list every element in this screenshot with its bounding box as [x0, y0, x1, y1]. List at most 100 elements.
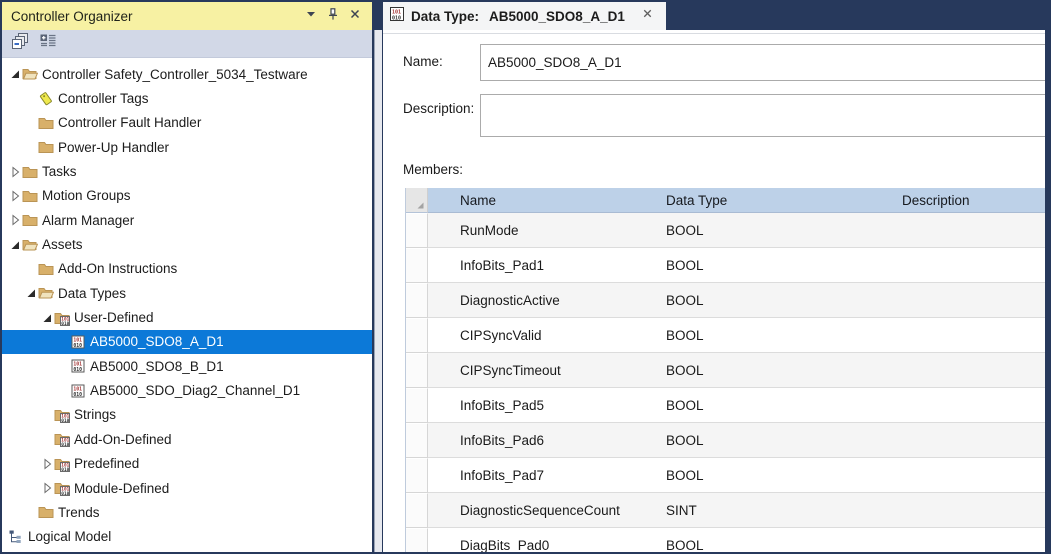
member-data-type-cell[interactable]: SINT — [660, 493, 896, 528]
row-selector[interactable] — [406, 493, 428, 528]
expander-expanded-icon[interactable] — [8, 238, 22, 252]
member-description-cell[interactable] — [896, 388, 1045, 423]
expander-expanded-icon[interactable] — [8, 67, 22, 81]
tree-item-predefined[interactable]: 101010 Predefined — [2, 452, 372, 476]
tree-item-controller-safety-controller-5034-testware[interactable]: Controller Safety_Controller_5034_Testwa… — [2, 62, 372, 86]
member-data-type-cell[interactable]: BOOL — [660, 458, 896, 493]
tree-item-ab5000-sdo8-b-d1[interactable]: 101010 AB5000_SDO8_B_D1 — [2, 354, 372, 378]
svg-text:010: 010 — [61, 491, 69, 496]
svg-text:010: 010 — [392, 15, 401, 21]
row-selector[interactable] — [406, 458, 428, 493]
member-description-cell[interactable] — [896, 458, 1045, 493]
tree-item-user-defined[interactable]: 101010 User-Defined — [2, 305, 372, 329]
svg-text:010: 010 — [61, 442, 69, 447]
tree-item-alarm-manager[interactable]: Alarm Manager — [2, 208, 372, 232]
member-name-cell[interactable]: InfoBits_Pad7 — [428, 458, 660, 493]
tree-item-label: Module-Defined — [74, 481, 169, 496]
folder-closed-icon — [38, 504, 54, 520]
column-header-name[interactable]: Name — [428, 188, 660, 213]
panel-title: Controller Organizer — [11, 9, 300, 24]
name-input[interactable] — [480, 44, 1045, 81]
column-header-data-type[interactable]: Data Type — [660, 188, 896, 213]
close-icon — [348, 7, 362, 26]
member-name-cell[interactable]: DiagBits_Pad0 — [428, 528, 660, 552]
display-options-button[interactable] — [37, 33, 58, 54]
member-description-cell[interactable] — [896, 493, 1045, 528]
tree-item-power-up-handler[interactable]: Power-Up Handler — [2, 135, 372, 159]
row-selector[interactable] — [406, 528, 428, 552]
close-panel-button[interactable] — [344, 6, 366, 26]
tree-item-assets[interactable]: Assets — [2, 232, 372, 256]
row-selector[interactable] — [406, 213, 428, 248]
member-description-cell[interactable] — [896, 318, 1045, 353]
member-data-type-cell[interactable]: BOOL — [660, 283, 896, 318]
tree-item-logical-model[interactable]: Logical Model — [2, 525, 372, 549]
panel-splitter[interactable] — [374, 30, 382, 552]
member-name-cell[interactable]: InfoBits_Pad6 — [428, 423, 660, 458]
tab-label-name: AB5000_SDO8_A_D1 — [489, 9, 625, 24]
tree-item-data-types[interactable]: Data Types — [2, 281, 372, 305]
row-selector[interactable] — [406, 423, 428, 458]
member-name-cell[interactable]: InfoBits_Pad1 — [428, 248, 660, 283]
member-data-type-cell[interactable]: BOOL — [660, 353, 896, 388]
window-position-button[interactable] — [300, 6, 322, 26]
member-name-cell[interactable]: CIPSyncValid — [428, 318, 660, 353]
tree-item-module-defined[interactable]: 101010 Module-Defined — [2, 476, 372, 500]
display-options-icon — [39, 32, 57, 55]
expander-expanded-icon[interactable] — [24, 286, 38, 300]
row-selector[interactable] — [406, 318, 428, 353]
description-input[interactable] — [480, 94, 1045, 137]
member-name-cell[interactable]: InfoBits_Pad5 — [428, 388, 660, 423]
member-description-cell[interactable] — [896, 423, 1045, 458]
tree-item-trends[interactable]: Trends — [2, 500, 372, 524]
tree-item-add-on-defined[interactable]: 101010 Add-On-Defined — [2, 427, 372, 451]
expander-collapsed-icon[interactable] — [8, 213, 22, 227]
tree-item-ab5000-sdo8-a-d1[interactable]: 101010 AB5000_SDO8_A_D1 — [2, 330, 372, 354]
member-name-cell[interactable]: DiagnosticActive — [428, 283, 660, 318]
member-data-type-cell[interactable]: BOOL — [660, 213, 896, 248]
member-name-cell[interactable]: RunMode — [428, 213, 660, 248]
row-selector[interactable] — [406, 283, 428, 318]
row-selector[interactable] — [406, 388, 428, 423]
cascade-views-button[interactable] — [9, 33, 30, 54]
select-all-corner[interactable] — [406, 188, 428, 213]
member-description-cell[interactable] — [896, 353, 1045, 388]
close-tab-button[interactable] — [636, 6, 658, 26]
tree-item-strings[interactable]: 101010 Strings — [2, 403, 372, 427]
member-data-type-cell[interactable]: BOOL — [660, 318, 896, 353]
member-description-cell[interactable] — [896, 283, 1045, 318]
close-icon — [641, 7, 654, 25]
member-data-type-cell[interactable]: BOOL — [660, 388, 896, 423]
row-selector[interactable] — [406, 248, 428, 283]
tree-item-motion-groups[interactable]: Motion Groups — [2, 184, 372, 208]
folder-binary-icon: 101010 — [54, 431, 70, 447]
binary-icon: 101010 — [70, 358, 86, 374]
member-data-type-cell[interactable]: BOOL — [660, 528, 896, 552]
column-header-description[interactable]: Description — [896, 188, 1045, 213]
tab-data-type[interactable]: 101010 Data Type: AB5000_SDO8_A_D1 — [383, 2, 666, 30]
pin-button[interactable] — [322, 6, 344, 26]
member-description-cell[interactable] — [896, 248, 1045, 283]
folder-binary-icon: 101010 — [54, 310, 70, 326]
member-name-cell[interactable]: CIPSyncTimeout — [428, 353, 660, 388]
expander-collapsed-icon[interactable] — [40, 457, 54, 471]
tree-item-controller-fault-handler[interactable]: Controller Fault Handler — [2, 111, 372, 135]
tree-item-controller-tags[interactable]: Controller Tags — [2, 86, 372, 110]
tree-item-ab5000-sdo-diag2-channel-d1[interactable]: 101010 AB5000_SDO_Diag2_Channel_D1 — [2, 378, 372, 402]
member-name-cell[interactable]: DiagnosticSequenceCount — [428, 493, 660, 528]
member-description-cell[interactable] — [896, 213, 1045, 248]
member-data-type-cell[interactable]: BOOL — [660, 248, 896, 283]
tree-item-add-on-instructions[interactable]: Add-On Instructions — [2, 257, 372, 281]
row-selector[interactable] — [406, 353, 428, 388]
controller-organizer-panel: Controller Organizer Controller Safety_C… — [2, 2, 372, 552]
expander-spacer — [24, 116, 38, 130]
expander-collapsed-icon[interactable] — [8, 165, 22, 179]
expander-collapsed-icon[interactable] — [8, 189, 22, 203]
tree-item-tasks[interactable]: Tasks — [2, 159, 372, 183]
folder-open-icon — [22, 237, 38, 253]
member-description-cell[interactable] — [896, 528, 1045, 552]
member-data-type-cell[interactable]: BOOL — [660, 423, 896, 458]
expander-spacer — [40, 432, 54, 446]
expander-expanded-icon[interactable] — [40, 311, 54, 325]
expander-collapsed-icon[interactable] — [40, 481, 54, 495]
